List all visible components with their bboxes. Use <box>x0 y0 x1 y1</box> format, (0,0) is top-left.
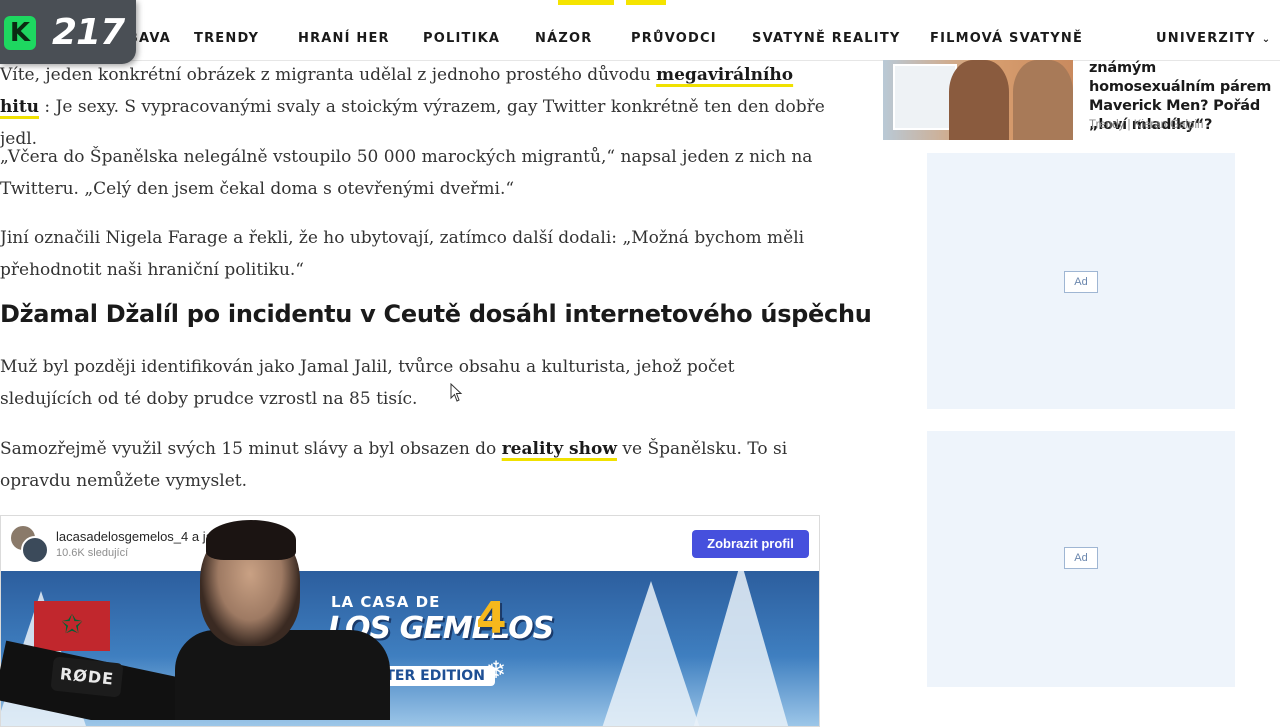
ad-label: Ad <box>1064 271 1098 293</box>
nav-item-nazor[interactable]: NÁZOR <box>535 31 592 46</box>
section-heading: Džamal Džalíl po incidentu v Ceutě dosáh… <box>0 300 872 328</box>
ad-label: Ad <box>1064 547 1098 569</box>
nav-item-univerzity-label: UNIVERZITY <box>1156 31 1256 46</box>
streamer-hair <box>206 520 296 560</box>
nav-item-svatyne-reality[interactable]: SVATYNĚ REALITY <box>752 31 901 46</box>
photo-person <box>949 60 1009 140</box>
photo-frame <box>893 64 957 130</box>
article-paragraph: Samozřejmě využil svých 15 minut slávy a… <box>0 433 825 497</box>
accent-bar <box>626 0 666 5</box>
paragraph-text: Víte, jeden konkrétní obrázek z migranta… <box>0 65 657 85</box>
article-paragraph: „Včera do Španělska nelegálně vstoupilo … <box>0 147 813 199</box>
nav-item-filmova-svatyne[interactable]: FILMOVÁ SVATYNĚ <box>930 31 1083 46</box>
snowflake-icon: ❄ <box>486 657 507 684</box>
viewer-count: 217 <box>52 12 125 53</box>
nav-item-trendy[interactable]: TRENDY <box>194 31 259 46</box>
stream-viewer-badge: K 217 <box>0 0 136 64</box>
nav-item-pruvodci[interactable]: PRŮVODCI <box>631 31 717 46</box>
paragraph-text: Samozřejmě využil svých 15 minut slávy a… <box>0 439 502 459</box>
nav-item-hrani-her[interactable]: HRANÍ HER <box>298 31 390 46</box>
nav-item-politika[interactable]: POLITIKA <box>423 31 500 46</box>
photo-person <box>1013 60 1073 140</box>
top-navigation: ZÁBAVA TRENDY HRANÍ HER POLITIKA NÁZOR P… <box>0 0 1280 61</box>
nav-item-univerzity[interactable]: UNIVERZITY ⌄ <box>1156 31 1271 46</box>
snowy-tree <box>691 571 791 726</box>
chevron-down-icon: ⌄ <box>1261 34 1272 45</box>
show-logo-number: 4 <box>476 593 507 644</box>
snowy-tree <box>601 581 701 726</box>
microphone: RØDE <box>50 656 124 698</box>
ad-slot[interactable]: Ad <box>927 431 1235 687</box>
article-paragraph: Muž byl později identifikován jako Jamal… <box>0 357 735 409</box>
link-reality-show[interactable]: reality show <box>502 439 617 459</box>
ad-slot[interactable]: Ad <box>927 153 1235 409</box>
accent-bar <box>558 0 614 5</box>
view-profile-button[interactable]: Zobrazit profil <box>692 530 809 558</box>
mouse-cursor-icon <box>450 383 463 402</box>
streamer-body <box>175 630 390 720</box>
sidebar-card-meta: Trendy | Kieran Galpin <box>1089 119 1204 131</box>
article-paragraph: Jiní označili Nigela Farage a řekli, že … <box>0 228 805 280</box>
kick-logo-icon: K <box>4 16 36 50</box>
sidebar-card-image[interactable] <box>883 60 1073 140</box>
